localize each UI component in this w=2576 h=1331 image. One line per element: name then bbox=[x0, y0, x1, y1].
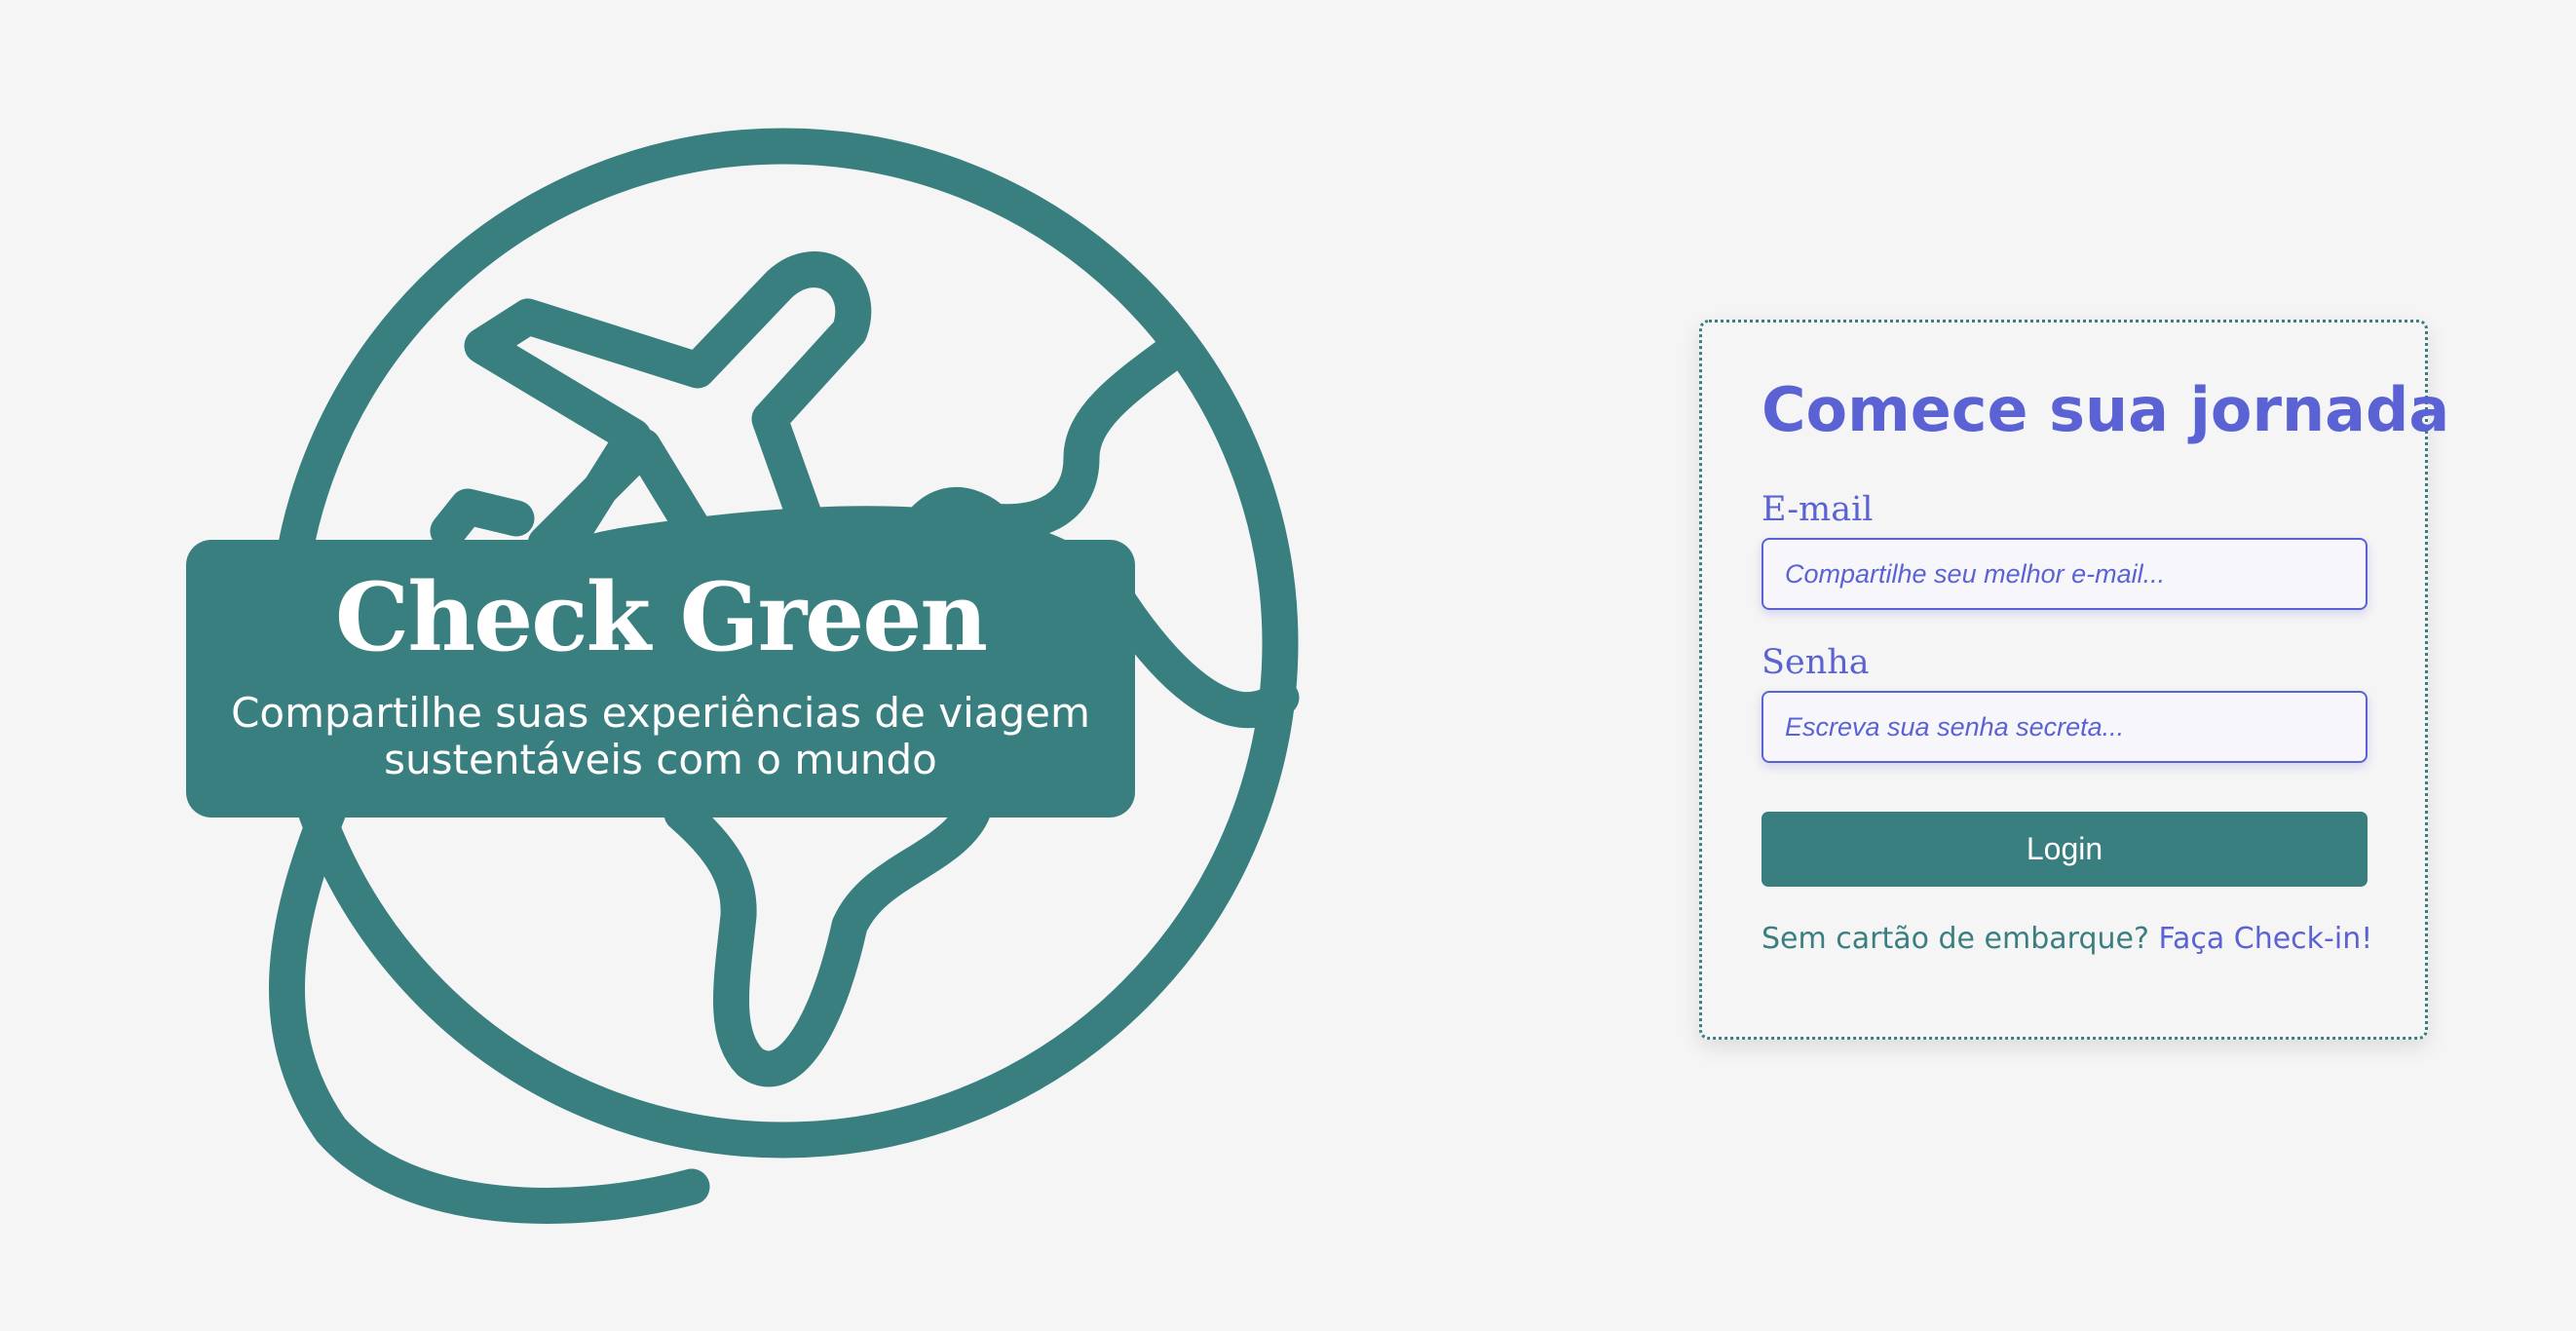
app-tagline: Compartilhe suas experiências de viagem … bbox=[231, 689, 1090, 783]
email-label: E-mail bbox=[1762, 490, 1874, 529]
login-page: Check Green Compartilhe suas experiência… bbox=[0, 0, 2576, 1331]
login-card: Comece sua jornada E-mail Senha Login Se… bbox=[1699, 320, 2450, 1040]
checkin-link[interactable]: Faça Check-in! bbox=[2158, 922, 2372, 956]
email-input[interactable] bbox=[1762, 538, 2368, 610]
app-title: Check Green bbox=[334, 562, 988, 672]
checkin-prompt: Sem cartão de embarque? bbox=[1762, 922, 2149, 956]
password-label: Senha bbox=[1762, 643, 1870, 682]
login-button[interactable]: Login bbox=[1762, 812, 2368, 887]
password-input[interactable] bbox=[1762, 691, 2368, 763]
hero-banner: Check Green Compartilhe suas experiência… bbox=[186, 540, 1135, 818]
checkin-line: Sem cartão de embarque? Faça Check-in! bbox=[1762, 920, 2372, 959]
login-title: Comece sua jornada bbox=[1762, 374, 2450, 445]
